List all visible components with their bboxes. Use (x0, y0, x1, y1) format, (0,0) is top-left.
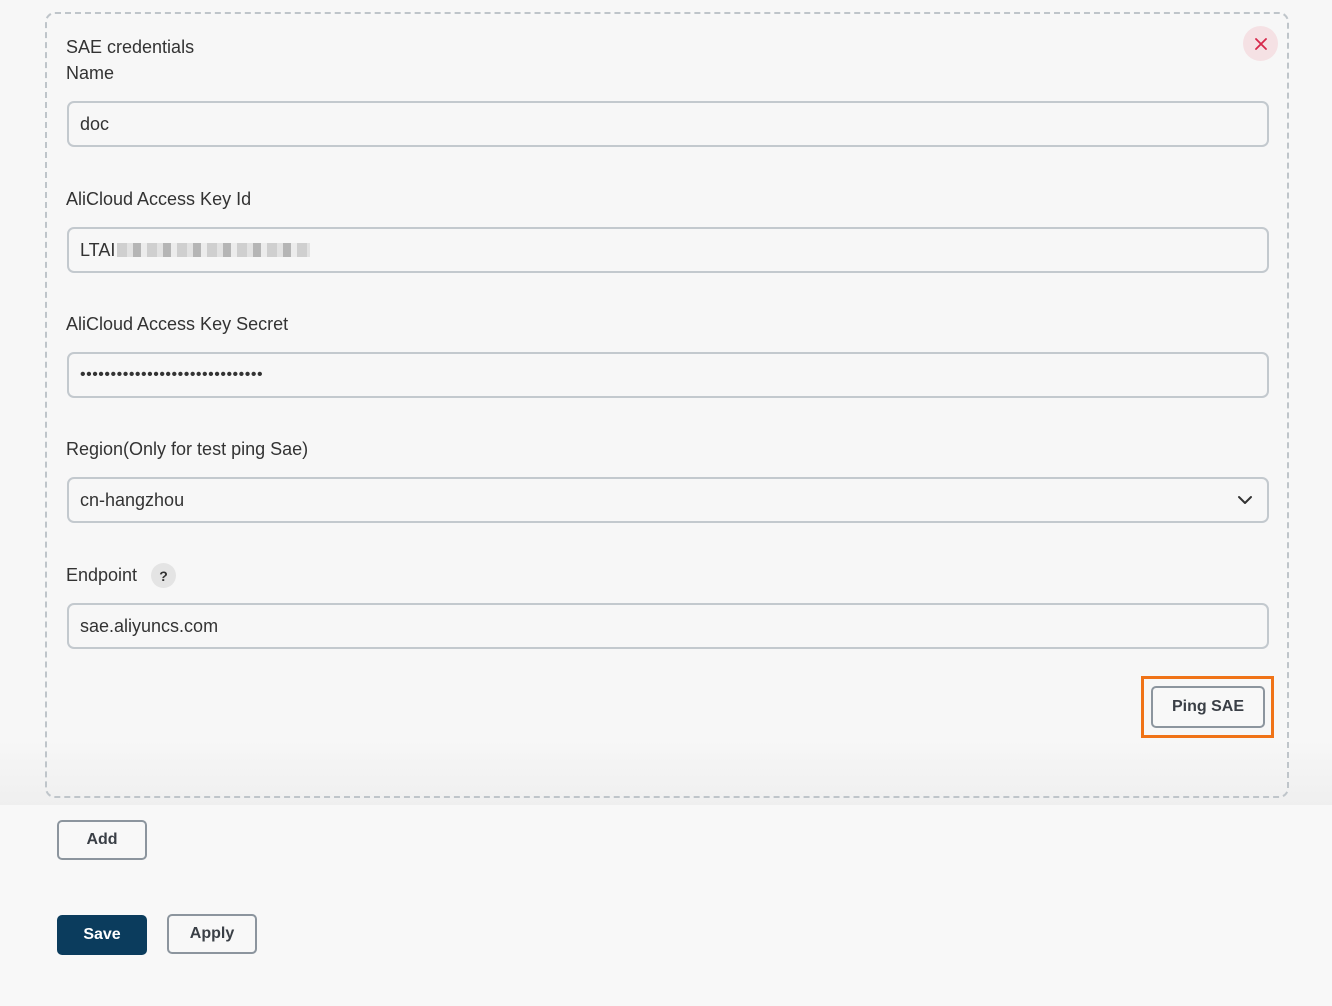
access-key-id-label: AliCloud Access Key Id (66, 189, 252, 209)
endpoint-input[interactable]: sae.aliyuncs.com (67, 603, 1269, 649)
save-button[interactable]: Save (57, 915, 147, 955)
region-select[interactable]: cn-hangzhou (67, 477, 1269, 523)
access-key-secret-value: •••••••••••••••••••••••••••••• (80, 366, 264, 383)
name-value: doc (80, 113, 110, 134)
card-title: SAE credentials (66, 37, 195, 57)
name-input[interactable]: doc (67, 101, 1269, 147)
chevron-down-icon (1238, 496, 1252, 504)
page: SAE credentials Name doc AliCloud Access… (0, 0, 1332, 1006)
region-label: Region(Only for test ping Sae) (66, 439, 309, 459)
region-selected-value: cn-hangzhou (80, 489, 185, 510)
access-key-secret-input[interactable]: •••••••••••••••••••••••••••••• (67, 352, 1269, 398)
name-label: Name (66, 63, 115, 83)
access-key-id-value: LTAI (80, 239, 116, 260)
help-icon[interactable]: ? (151, 563, 176, 588)
add-button[interactable]: Add (57, 820, 147, 860)
access-key-secret-label: AliCloud Access Key Secret (66, 314, 289, 334)
obscured-key-text (117, 243, 311, 257)
endpoint-value: sae.aliyuncs.com (80, 615, 219, 636)
endpoint-label: Endpoint (66, 565, 138, 585)
ping-sae-button[interactable]: Ping SAE (1151, 686, 1265, 728)
remove-credential-button[interactable] (1243, 26, 1278, 61)
access-key-id-input[interactable]: LTAI (67, 227, 1269, 273)
close-icon (1254, 37, 1267, 50)
apply-button[interactable]: Apply (167, 914, 257, 954)
help-icon-glyph: ? (159, 567, 168, 584)
